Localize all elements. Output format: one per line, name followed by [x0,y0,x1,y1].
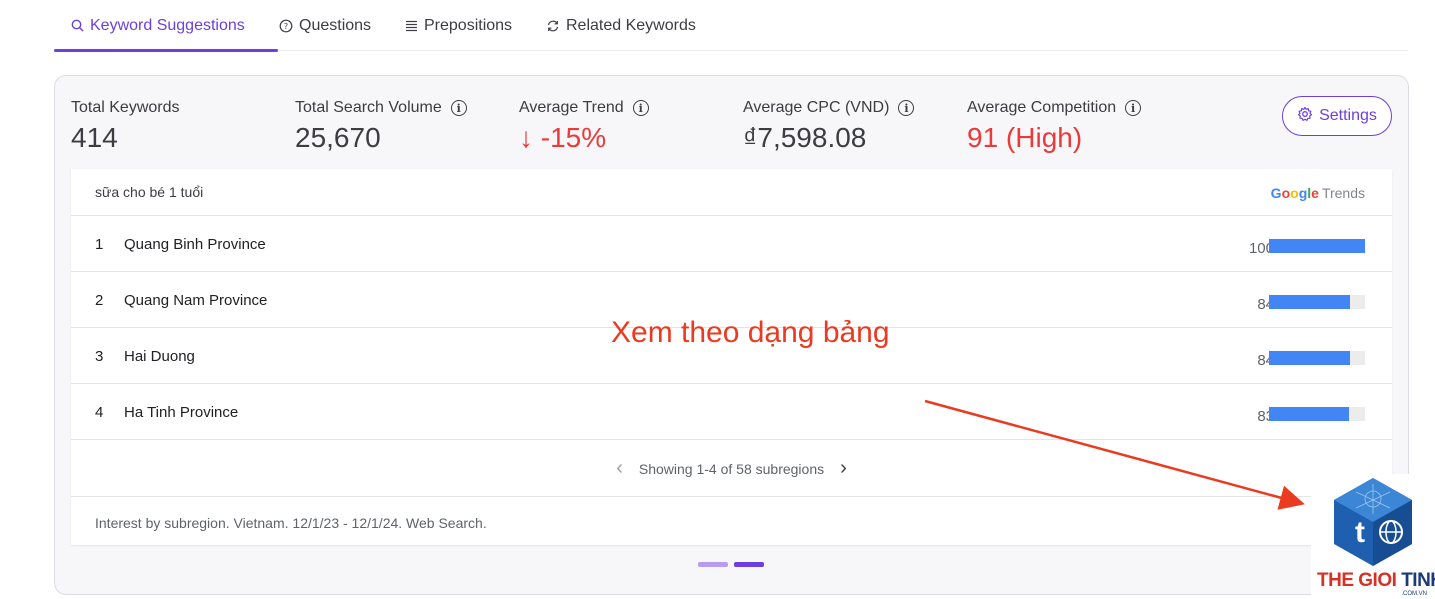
row-name: Ha Tinh Province [124,404,239,421]
carousel-dot-active[interactable] [734,562,764,567]
tab-related-keywords[interactable]: Related Keywords [546,0,696,51]
table-row[interactable]: 1 Quang Binh Province 100 [71,216,1392,272]
interest-bar-fill [1269,295,1350,309]
stat-total-search-volume: Total Search Volume i 25,670 [295,99,467,154]
interest-bar-fill [1269,239,1365,253]
svg-text:?: ? [284,22,288,31]
tab-label: Prepositions [424,16,513,34]
google-trends-panel: sữa cho bé 1 tuổi Google Trends 1 Quang … [71,169,1392,545]
interest-bar [1269,407,1365,421]
google-wordmark: Google [1270,185,1319,201]
stat-total-keywords: Total Keywords 414 [71,99,180,154]
google-trends-logo: Google Trends [1271,185,1365,201]
stat-label: Total Keywords [71,99,180,116]
chevron-right-icon[interactable]: › [840,457,847,480]
settings-button[interactable]: Settings [1282,96,1392,136]
interest-bar [1269,295,1365,309]
question-circle-icon: ? [279,19,293,33]
tab-label: Questions [299,16,372,34]
tab-bar: Keyword Suggestions ? Questions Preposit… [54,0,1408,52]
row-rank: 3 [95,348,104,365]
stat-label: Average Trend [519,99,624,116]
stat-average-competition: Average Competition i 91 (High) [967,99,1142,154]
trends-wordmark: Trends [1321,185,1365,201]
settings-label: Settings [1319,107,1377,124]
pagination: ‹ Showing 1-4 of 58 subregions › [71,441,1392,497]
pagination-text: Showing 1-4 of 58 subregions [638,460,825,477]
stat-average-trend: Average Trend i ↓ -15% [519,99,649,154]
interest-bar [1269,351,1365,365]
trends-footnote: Interest by subregion. Vietnam. 12/1/23 … [95,515,487,531]
tab-label: Related Keywords [566,16,696,34]
carousel-indicator [698,562,764,567]
trends-keyword: sữa cho bé 1 tuổi [95,184,204,200]
info-icon[interactable]: i [898,100,915,116]
chevron-left-icon[interactable]: ‹ [616,457,623,480]
row-rank: 2 [95,292,104,309]
list-icon [404,19,418,33]
interest-bar-fill [1269,407,1349,421]
row-name: Hai Duong [124,348,195,365]
stat-label: Average CPC (VND) [743,99,890,116]
stat-label: Total Search Volume [295,99,442,116]
row-name: Quang Nam Province [124,292,268,309]
table-row[interactable]: 4 Ha Tinh Province 83 [71,384,1392,440]
info-icon[interactable]: i [1125,100,1142,116]
annotation-text: Xem theo dạng bảng [611,316,890,349]
info-icon[interactable]: i [450,100,467,116]
gear-icon [1297,106,1313,127]
watermark-logo: t THE GIOI TINHOC .COM.VN [1311,474,1435,599]
hexagon-logo-icon: t [1334,478,1412,566]
info-icon[interactable]: i [632,100,649,116]
stat-label: Average Competition [967,99,1117,116]
stat-value: 25,670 [295,122,381,153]
tab-label: Keyword Suggestions [90,16,245,34]
stat-value: ↓ -15% [519,122,607,153]
stat-average-cpc: Average CPC (VND) i ₫7,598.08 [743,99,915,154]
watermark-brand: THE GIOI TINHOC [1317,570,1435,591]
carousel-dot[interactable] [698,562,728,567]
interest-bar-fill [1269,351,1350,365]
row-rank: 1 [95,236,104,253]
row-name: Quang Binh Province [124,236,266,253]
trends-header: sữa cho bé 1 tuổi Google Trends [71,169,1392,216]
tab-prepositions[interactable]: Prepositions [404,0,512,51]
stat-value: 414 [71,122,118,153]
svg-text:t: t [1355,516,1365,549]
search-icon [70,19,84,33]
tab-questions[interactable]: ? Questions [279,0,371,51]
refresh-icon [546,19,560,33]
stat-value: 91 (High) [967,122,1083,153]
interest-bar [1269,239,1365,253]
tab-keyword-suggestions[interactable]: Keyword Suggestions [54,0,278,52]
stat-value: ₫7,598.08 [743,122,867,153]
watermark-domain: .COM.VN [1401,591,1427,597]
row-rank: 4 [95,404,104,421]
